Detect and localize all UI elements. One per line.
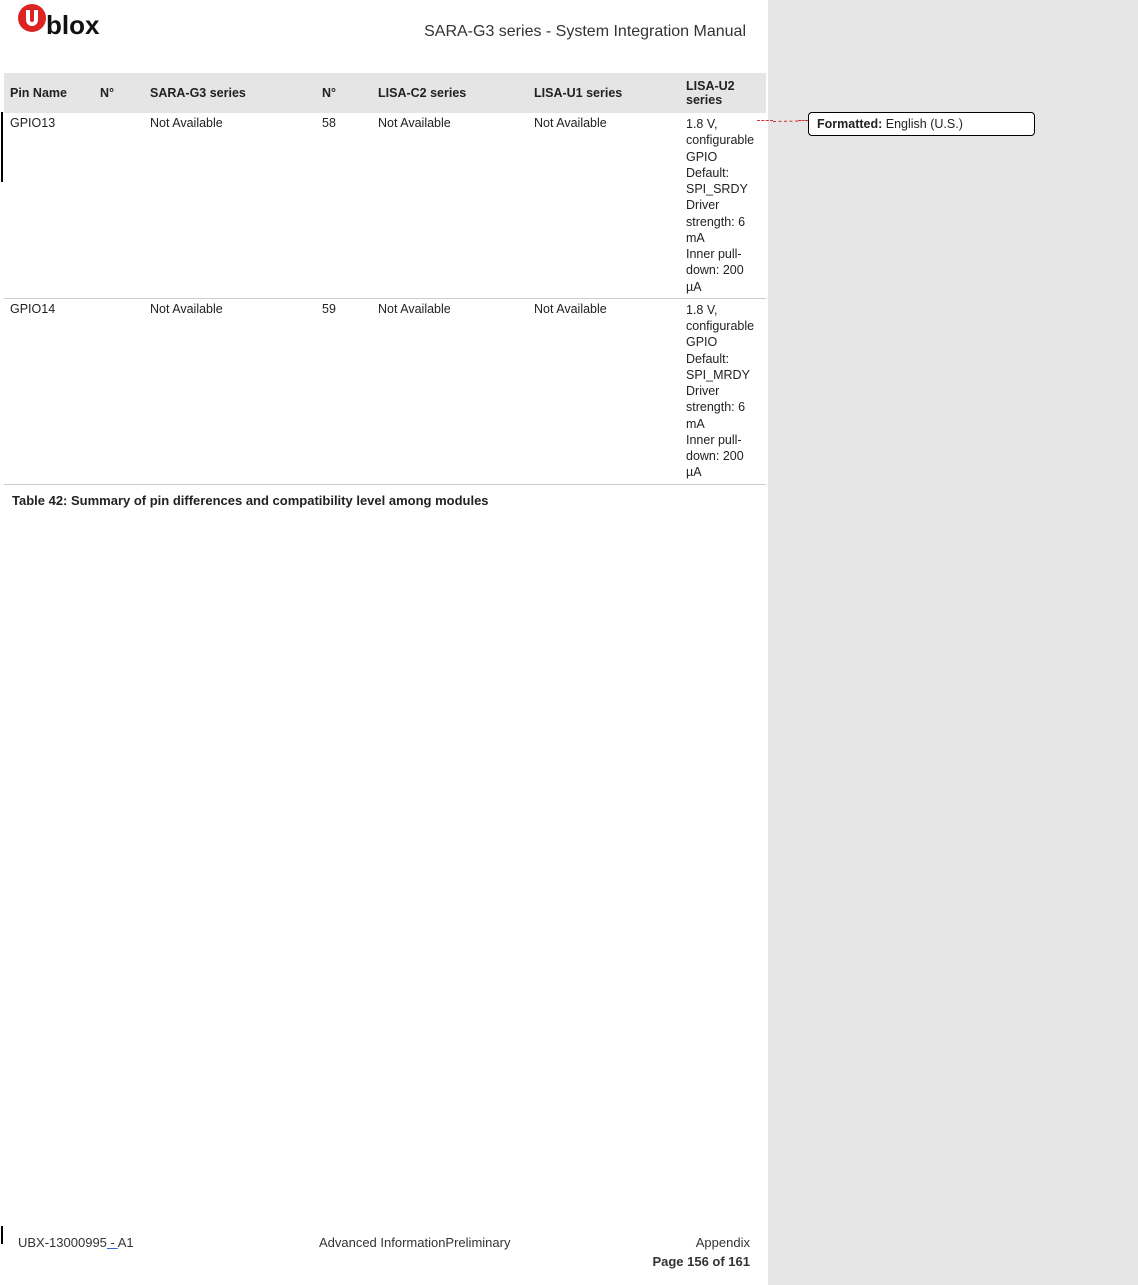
cell-n1 (94, 298, 144, 484)
document-title: SARA-G3 series - System Integration Manu… (424, 23, 746, 41)
cell-line: Driver strength: 6 mA (686, 197, 760, 246)
cell-sara-g3: Not Available (144, 298, 316, 484)
cell-pin-name: GPIO14 (4, 298, 94, 484)
doc-id-suffix: A1 (118, 1235, 134, 1250)
ublox-logo-icon: blox (18, 4, 134, 49)
svg-text:blox: blox (46, 10, 100, 40)
th-lisa-u2: LISA-U2 series (680, 73, 766, 113)
page-number: Page 156 of 161 (652, 1254, 750, 1269)
revision-bar (1, 112, 3, 182)
cell-lisa-u2: 1.8 V, configurable GPIO Default: SPI_MR… (680, 298, 766, 484)
cell-line: Default: SPI_SRDY (686, 165, 760, 198)
th-n2: N° (316, 73, 372, 113)
table-row: GPIO14 Not Available 59 Not Available No… (4, 298, 766, 484)
cell-line: Inner pull-down: 200 µA (686, 246, 760, 295)
page-header: blox SARA-G3 series - System Integration… (0, 0, 768, 73)
comment-connector-icon (798, 120, 808, 121)
pin-summary-table: Pin Name N° SARA-G3 series N° LISA-C2 se… (4, 73, 766, 485)
cell-line: Default: SPI_MRDY (686, 351, 760, 384)
table-caption: Table 42: Summary of pin differences and… (0, 485, 768, 508)
th-pin-name: Pin Name (4, 73, 94, 113)
cell-n2: 59 (316, 298, 372, 484)
th-lisa-c2: LISA-C2 series (372, 73, 528, 113)
table-header-row: Pin Name N° SARA-G3 series N° LISA-C2 se… (4, 73, 766, 113)
th-lisa-u1: LISA-U1 series (528, 73, 680, 113)
comment-connector-icon (757, 120, 773, 121)
cell-lisa-c2: Not Available (372, 113, 528, 298)
format-comment-bubble: Formatted: English (U.S.) (808, 112, 1035, 136)
cell-pin-name: GPIO13 (4, 113, 94, 298)
page-footer: UBX-13000995 - A1 Advanced InformationPr… (0, 1235, 768, 1269)
footer-doc-id: UBX-13000995 - A1 (18, 1235, 134, 1250)
cell-line: 1.8 V, configurable GPIO (686, 302, 760, 351)
cell-line: Inner pull-down: 200 µA (686, 432, 760, 481)
cell-lisa-u1: Not Available (528, 113, 680, 298)
doc-id-sep: - (107, 1235, 118, 1250)
cell-n1 (94, 113, 144, 298)
cell-lisa-u2: 1.8 V, configurable GPIO Default: SPI_SR… (680, 113, 766, 298)
th-sara-g3: SARA-G3 series (144, 73, 316, 113)
comment-connector-icon (773, 121, 798, 122)
table-row: GPIO13 Not Available 58 Not Available No… (4, 113, 766, 298)
comment-head: Formatted: (817, 117, 882, 131)
footer-right: Appendix (696, 1235, 750, 1250)
doc-id-prefix: UBX-13000995 (18, 1235, 107, 1250)
th-n1: N° (94, 73, 144, 113)
cell-line: 1.8 V, configurable GPIO (686, 116, 760, 165)
cell-n2: 58 (316, 113, 372, 298)
comment-body: English (U.S.) (882, 117, 963, 131)
footer-center: Advanced InformationPreliminary (319, 1235, 510, 1250)
cell-line: Driver strength: 6 mA (686, 383, 760, 432)
cell-lisa-u1: Not Available (528, 298, 680, 484)
cell-sara-g3: Not Available (144, 113, 316, 298)
cell-lisa-c2: Not Available (372, 298, 528, 484)
